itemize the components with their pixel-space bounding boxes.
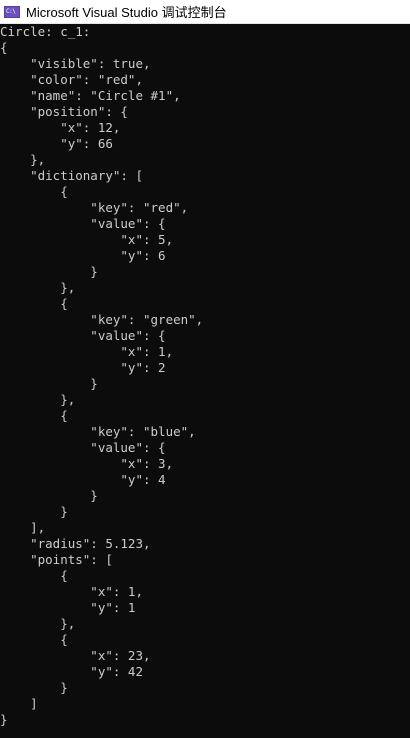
console-line: "key": "red", (0, 200, 189, 215)
console-line: "points": [ (0, 552, 113, 567)
console-line: "position": { (0, 104, 128, 119)
console-line: "radius": 5.123, (0, 536, 151, 551)
console-line: "visible": true, (0, 56, 151, 71)
console-line: "x": 23, (0, 648, 151, 663)
console-line: Circle: c_1: (0, 24, 91, 39)
console-line: { (0, 408, 68, 423)
console-line: "name": "Circle #1", (0, 88, 181, 103)
console-line: { (0, 296, 68, 311)
console-line: "x": 5, (0, 232, 174, 247)
console-line: "x": 1, (0, 584, 143, 599)
console-line: "y": 42 (0, 664, 143, 679)
console-line: }, (0, 392, 76, 407)
console-line: { (0, 40, 8, 55)
console-line: "color": "red", (0, 72, 143, 87)
console-line: "key": "blue", (0, 424, 196, 439)
console-line: "value": { (0, 440, 166, 455)
console-line: { (0, 184, 68, 199)
console-line: }, (0, 616, 76, 631)
console-line: } (0, 376, 98, 391)
console-line: } (0, 680, 68, 695)
app-icon-label: C:\ (6, 7, 16, 15)
console-line: "key": "green", (0, 312, 204, 327)
console-line: ] (0, 696, 38, 711)
console-line: { (0, 568, 68, 583)
title-bar[interactable]: C:\ Microsoft Visual Studio 调试控制台 (0, 0, 410, 24)
console-line: } (0, 504, 68, 519)
console-line: }, (0, 152, 46, 167)
console-line: "dictionary": [ (0, 168, 143, 183)
console-line: ], (0, 520, 46, 535)
console-output[interactable]: Circle: c_1: { "visible": true, "color":… (0, 24, 410, 738)
console-line: } (0, 264, 98, 279)
console-window: C:\ Microsoft Visual Studio 调试控制台 Circle… (0, 0, 410, 738)
console-line: "y": 4 (0, 472, 166, 487)
console-line: } (0, 712, 8, 727)
console-line: "value": { (0, 216, 166, 231)
console-line: "y": 6 (0, 248, 166, 263)
window-title: Microsoft Visual Studio 调试控制台 (26, 5, 227, 20)
console-line: "y": 66 (0, 136, 113, 151)
console-line: "value": { (0, 328, 166, 343)
console-line: "y": 1 (0, 600, 136, 615)
console-line: { (0, 632, 68, 647)
console-line: } (0, 488, 98, 503)
console-line: "x": 1, (0, 344, 174, 359)
console-line: "x": 12, (0, 120, 121, 135)
console-app-icon: C:\ (4, 5, 20, 18)
console-line: "y": 2 (0, 360, 166, 375)
console-line: }, (0, 280, 76, 295)
console-line: "x": 3, (0, 456, 174, 471)
